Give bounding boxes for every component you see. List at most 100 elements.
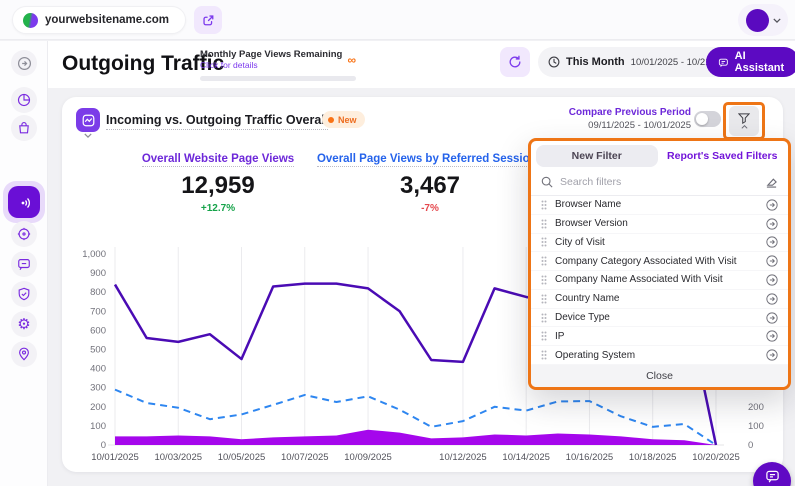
filter-list: Browser Name Browser Version City of Vis…	[531, 196, 788, 365]
filter-item-company-name[interactable]: Company Name Associated With Visit	[531, 271, 788, 290]
arrow-right-circle-icon[interactable]	[766, 218, 778, 230]
filter-item-device-type[interactable]: Device Type	[531, 309, 788, 328]
arrow-right-circle-icon[interactable]	[766, 236, 778, 248]
refresh-button[interactable]	[500, 47, 530, 77]
period-label: This Month	[566, 56, 625, 68]
sidebar-item-locations[interactable]	[11, 341, 37, 367]
stat-label: Overall Page Views by Referred Sessions	[317, 153, 543, 167]
compare-label: Compare Previous Period	[569, 107, 691, 118]
svg-text:500: 500	[90, 345, 106, 356]
site-favicon	[23, 13, 38, 28]
top-bar: yourwebsitename.com	[0, 0, 795, 40]
chevron-down-icon[interactable]	[84, 133, 92, 138]
ai-assistant-button[interactable]: AI Assistant	[706, 47, 795, 77]
drag-handle-icon[interactable]	[541, 294, 547, 304]
sidebar-item-targeting[interactable]	[11, 221, 37, 247]
tab-saved-filters[interactable]: Report's Saved Filters	[662, 145, 784, 167]
tab-new-filter[interactable]: New Filter	[536, 145, 658, 167]
svg-text:200: 200	[90, 402, 106, 413]
sidebar: ⚙	[0, 41, 48, 486]
sidebar-item-analytics[interactable]	[11, 87, 37, 113]
search-input[interactable]	[560, 176, 758, 188]
arrow-right-circle-icon[interactable]	[766, 274, 778, 286]
arrow-right-circle-icon[interactable]	[766, 330, 778, 342]
filter-button[interactable]	[729, 106, 759, 136]
filter-search	[531, 170, 788, 196]
pie-chart-icon	[17, 93, 31, 107]
map-pin-icon	[17, 347, 31, 361]
chevron-up-icon	[741, 125, 748, 129]
close-button[interactable]: Close	[531, 365, 788, 387]
svg-text:1,000: 1,000	[82, 249, 106, 260]
shield-check-icon	[17, 287, 31, 301]
filter-item-country-name[interactable]: Country Name	[531, 290, 788, 309]
drag-handle-icon[interactable]	[541, 350, 547, 360]
filter-item-company-category[interactable]: Company Category Associated With Visit	[531, 252, 788, 271]
chevron-down-icon	[773, 18, 781, 23]
sidebar-collapse-button[interactable]	[11, 50, 37, 76]
funnel-icon	[738, 113, 750, 124]
svg-text:400: 400	[90, 364, 106, 375]
card-title: Incoming vs. Outgoing Traffic Overall	[106, 113, 328, 130]
stat-delta: +12.7%	[98, 203, 338, 214]
chat-fab-button[interactable]	[753, 462, 791, 486]
svg-text:200: 200	[748, 402, 764, 413]
sidebar-item-settings[interactable]: ⚙	[11, 311, 37, 337]
monthly-details-link[interactable]: Click for details	[200, 60, 356, 70]
chat-icon	[17, 257, 31, 271]
drag-handle-icon[interactable]	[541, 237, 547, 247]
svg-text:10/07/2025: 10/07/2025	[281, 452, 329, 463]
filter-item-browser-name[interactable]: Browser Name	[531, 196, 788, 215]
clock-icon	[548, 56, 560, 68]
svg-text:300: 300	[90, 383, 106, 394]
sidebar-item-security[interactable]	[11, 281, 37, 307]
widget-icon[interactable]	[76, 108, 100, 132]
stat-value: 3,467	[310, 172, 550, 200]
drag-handle-icon[interactable]	[541, 275, 547, 285]
drag-handle-icon[interactable]	[541, 200, 547, 210]
chat-bubble-icon	[718, 56, 729, 69]
monthly-pageviews-widget: Monthly Page Views Remaining Click for d…	[200, 49, 356, 70]
site-selector[interactable]: yourwebsitename.com	[12, 6, 186, 34]
svg-text:10/03/2025: 10/03/2025	[154, 452, 202, 463]
svg-text:700: 700	[90, 306, 106, 317]
sidebar-item-outgoing-traffic-active[interactable]	[3, 181, 45, 223]
collapse-icon	[17, 56, 32, 71]
arrow-right-circle-icon[interactable]	[766, 312, 778, 324]
svg-text:100: 100	[748, 421, 764, 432]
drag-handle-icon[interactable]	[541, 219, 547, 229]
sidebar-item-messages[interactable]	[11, 251, 37, 277]
arrow-right-circle-icon[interactable]	[766, 293, 778, 305]
arrow-right-circle-icon[interactable]	[766, 349, 778, 361]
page-header: Outgoing Traffic Monthly Page Views Rema…	[48, 41, 795, 88]
eraser-icon[interactable]	[765, 176, 778, 188]
arrow-right-circle-icon[interactable]	[766, 199, 778, 211]
filter-item-browser-version[interactable]: Browser Version	[531, 215, 788, 234]
svg-text:10/12/2025: 10/12/2025	[439, 452, 487, 463]
stat-value: 12,959	[98, 172, 338, 200]
filter-item-city-of-visit[interactable]: City of Visit	[531, 234, 788, 253]
drag-handle-icon[interactable]	[541, 331, 547, 341]
filter-item-ip[interactable]: IP	[531, 327, 788, 346]
svg-text:10/18/2025: 10/18/2025	[629, 452, 677, 463]
svg-text:0: 0	[101, 440, 106, 451]
traffic-overview-card: 10/01/202510/03/202510/05/202510/07/2025…	[62, 97, 783, 472]
shopping-bag-icon	[17, 121, 31, 135]
search-icon	[541, 176, 553, 188]
svg-text:10/05/2025: 10/05/2025	[218, 452, 266, 463]
open-site-button[interactable]	[194, 6, 222, 34]
drag-handle-icon[interactable]	[541, 256, 547, 266]
compare-toggle[interactable]	[694, 111, 721, 127]
avatar	[746, 9, 769, 32]
filter-item-operating-system[interactable]: Operating System	[531, 346, 788, 365]
arrow-right-circle-icon[interactable]	[766, 255, 778, 267]
drag-handle-icon[interactable]	[541, 313, 547, 323]
site-name: yourwebsitename.com	[45, 14, 169, 26]
svg-text:0: 0	[748, 440, 753, 451]
filter-button-highlight	[723, 102, 765, 140]
sidebar-item-commerce[interactable]	[11, 115, 37, 141]
filter-tabs: New Filter Report's Saved Filters	[531, 141, 788, 170]
target-icon	[17, 227, 31, 241]
user-menu[interactable]	[738, 4, 788, 36]
compare-range: 09/11/2025 - 10/01/2025	[569, 120, 691, 131]
